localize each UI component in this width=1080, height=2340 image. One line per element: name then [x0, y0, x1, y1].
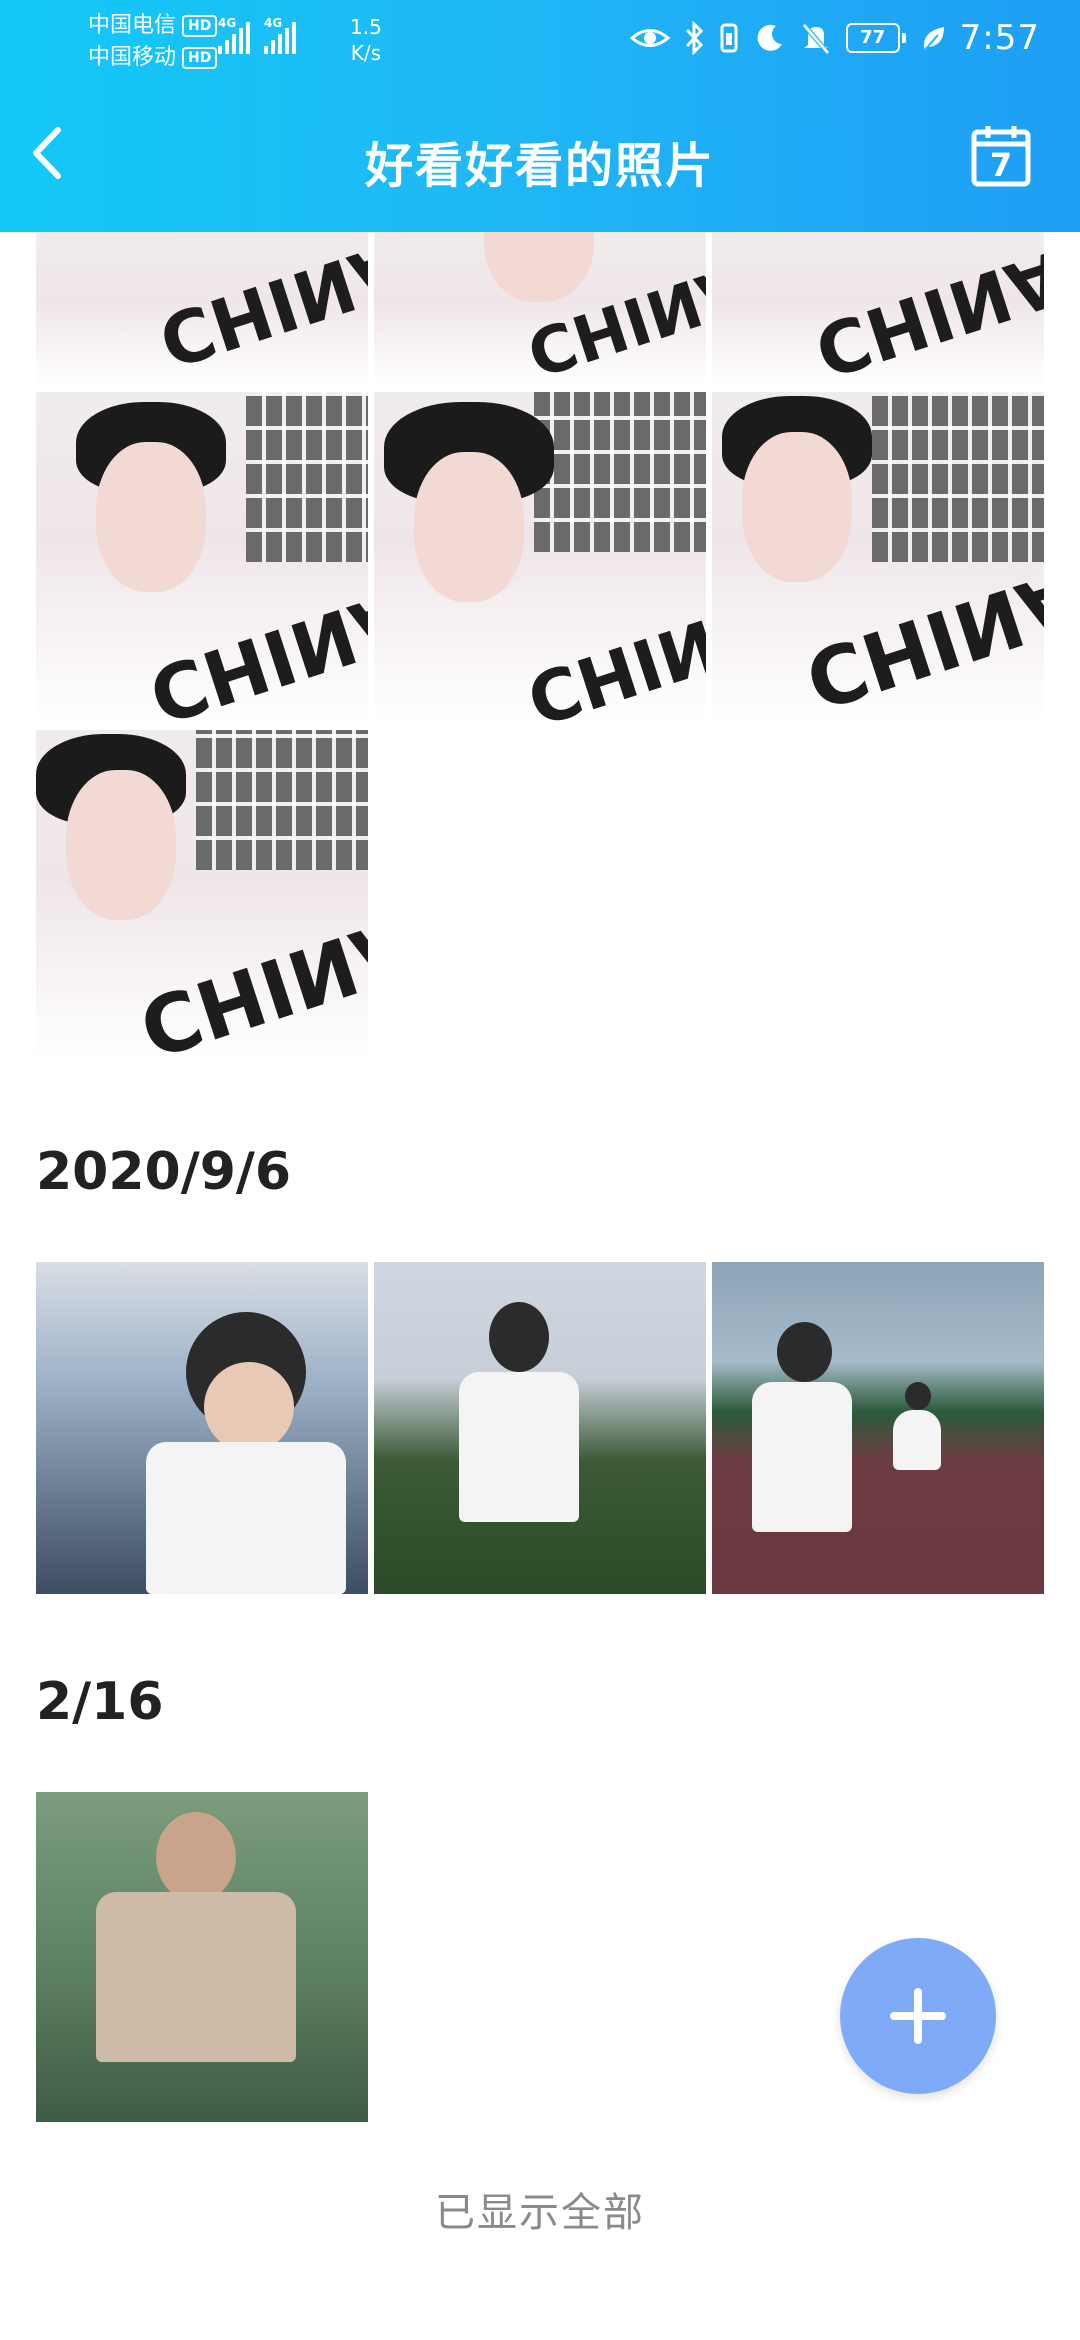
date-header: 2/16	[36, 1672, 164, 1732]
page-title: 好看好看的照片	[364, 138, 715, 194]
clock: 7:57	[959, 18, 1040, 58]
photo-thumbnail[interactable]	[374, 1262, 706, 1594]
bluetooth-icon	[685, 21, 703, 55]
add-photo-button[interactable]	[840, 1938, 996, 2094]
photo-thumbnail[interactable]: CHINA	[36, 392, 368, 724]
signal-icon-1: 4G	[218, 16, 250, 54]
moon-icon	[757, 24, 782, 51]
photo-thumbnail[interactable]: CHINA	[712, 232, 1044, 386]
status-icons: 77 7:57	[629, 18, 1040, 58]
carrier-2-label: 中国移动	[88, 45, 177, 70]
calendar-day: 7	[989, 146, 1013, 184]
net-speed-value: 1.5	[350, 15, 382, 39]
carrier-1-label: 中国电信	[88, 13, 177, 38]
carrier-info: 中国电信 HD 中国移动 HD	[88, 10, 218, 74]
hd-badge-1: HD	[182, 15, 218, 37]
battery-level: 77	[845, 23, 900, 53]
signal-icon-2: 4G	[264, 16, 296, 54]
photo-thumbnail[interactable]: CHINA	[36, 730, 368, 1062]
signal-tag-2: 4G	[264, 16, 283, 30]
app-header: 中国电信 HD 中国移动 HD 4G 4G 1.5 K/s 77 7:57 好看…	[0, 0, 1080, 232]
signal-tag-1: 4G	[218, 16, 237, 30]
photo-thumbnail[interactable]	[36, 1262, 368, 1594]
photo-thumbnail[interactable]	[36, 1792, 368, 2122]
photo-thumbnail[interactable]: CHINA	[374, 392, 706, 724]
end-of-list-label: 已显示全部	[435, 2190, 645, 2236]
mute-bell-icon	[801, 23, 830, 55]
hd-badge-2: HD	[182, 47, 218, 69]
date-header: 2020/9/6	[36, 1142, 292, 1202]
plus-icon	[890, 1988, 946, 2044]
net-speed-unit: K/s	[350, 41, 382, 65]
photo-thumbnail[interactable]	[712, 1262, 1044, 1594]
battery-icon: 77	[845, 23, 906, 53]
photo-thumbnail[interactable]: CHINA	[712, 392, 1044, 724]
network-speed: 1.5 K/s	[350, 14, 382, 66]
signal-strength: 4G 4G	[218, 16, 296, 54]
photo-thumbnail[interactable]: CHINA	[374, 232, 706, 386]
leaf-icon	[922, 27, 944, 52]
eye-icon	[629, 29, 670, 47]
calendar-button[interactable]: 7	[970, 124, 1032, 188]
photo-thumbnail[interactable]: CHINA	[36, 232, 368, 386]
vibrate-icon	[720, 23, 738, 53]
